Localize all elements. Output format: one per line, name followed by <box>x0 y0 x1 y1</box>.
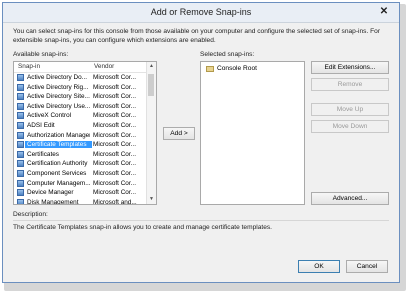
list-item[interactable]: Authorization Manager Microsoft Cor... <box>14 131 138 141</box>
snap-in-icon <box>17 189 24 197</box>
snap-in-icon <box>17 112 24 120</box>
description-label: Description: <box>13 211 48 218</box>
add-button[interactable]: Add > <box>163 127 195 140</box>
snapin-name: ActiveX Control <box>27 112 72 120</box>
snapin-vendor: Microsoft Cor... <box>93 160 136 168</box>
snapin-name: Disk Management <box>27 198 79 205</box>
list-item[interactable]: Device Manager Microsoft Cor... <box>14 188 138 198</box>
close-icon[interactable]: ✕ <box>377 5 391 19</box>
snapin-vendor: Microsoft Cor... <box>93 150 136 158</box>
list-item[interactable]: Component Services Microsoft Cor... <box>14 169 138 179</box>
snapin-name: Active Directory Do... <box>27 74 88 81</box>
snapin-vendor: Microsoft Cor... <box>93 170 136 177</box>
snap-in-icon <box>17 141 24 149</box>
scroll-up-arrow-icon[interactable]: ▲ <box>147 62 156 71</box>
list-item[interactable]: ActiveX Control Microsoft Cor... <box>14 111 138 121</box>
snapin-vendor: Microsoft Cor... <box>93 179 136 187</box>
list-item[interactable]: Active Directory Rig... Microsoft Cor... <box>14 83 138 93</box>
snapin-name: Component Services <box>27 170 87 177</box>
move-down-button[interactable]: Move Down <box>311 120 389 133</box>
snapin-name: Certification Authority <box>27 160 88 168</box>
description-text: The Certificate Templates snap-in allows… <box>13 220 389 250</box>
list-item[interactable]: Certificates Microsoft Cor... <box>14 150 138 160</box>
column-header-vendor[interactable]: Vendor <box>94 63 114 70</box>
snap-in-icon <box>17 122 24 129</box>
snapin-name: ADSI Edit <box>27 122 55 129</box>
move-up-button[interactable]: Move Up <box>311 103 389 116</box>
snapin-name: Device Manager <box>27 189 74 197</box>
snap-in-icon <box>17 74 24 81</box>
available-snapins-list[interactable]: Snap-in Vendor Active Directory Do... Mic… <box>13 61 157 205</box>
snap-in-icon <box>17 131 24 139</box>
available-snapins-label: Available snap-ins: <box>13 51 69 58</box>
dialog-title: Add or Remove Snap-ins <box>150 7 252 17</box>
snapin-vendor: Microsoft Cor... <box>93 93 136 101</box>
title-bar: Add or Remove Snap-ins ✕ <box>3 3 399 23</box>
snapin-vendor: Microsoft Cor... <box>93 131 136 139</box>
list-item[interactable]: Certification Authority Microsoft Cor... <box>14 159 138 169</box>
snapin-vendor: Microsoft Cor... <box>93 74 136 81</box>
snap-in-icon <box>17 179 24 187</box>
snapin-vendor: Microsoft and... <box>93 198 137 205</box>
list-item[interactable]: Active Directory Use... Microsoft Cor... <box>14 102 138 112</box>
intro-text: You can select snap-ins for this console… <box>13 28 381 44</box>
snapin-vendor: Microsoft Cor... <box>93 141 136 149</box>
selected-snapins-label: Selected snap-ins: <box>200 51 255 58</box>
console-root-label: Console Root <box>217 65 257 72</box>
snap-in-icon <box>17 170 24 177</box>
snapin-vendor: Microsoft Cor... <box>93 189 136 197</box>
snap-in-icon <box>17 160 24 168</box>
snapin-name: Active Directory Site... <box>27 93 90 101</box>
snap-in-icon <box>17 102 24 110</box>
advanced-button[interactable]: Advanced... <box>311 192 389 205</box>
list-item[interactable]: Certificate Templates Microsoft Cor... <box>14 140 138 150</box>
snapin-name: Certificates <box>27 150 59 158</box>
snapin-vendor: Microsoft Cor... <box>93 112 136 120</box>
folder-icon <box>206 66 214 72</box>
selected-snapins-list[interactable]: Console Root <box>200 61 305 205</box>
cancel-button[interactable]: Cancel <box>346 260 388 273</box>
snapin-vendor: Microsoft Cor... <box>93 83 136 91</box>
remove-button[interactable]: Remove <box>311 78 389 91</box>
snapin-name: Computer Managem... <box>27 179 90 187</box>
snap-in-icon <box>17 83 24 91</box>
snap-in-icon <box>17 150 24 158</box>
vertical-scrollbar[interactable]: ▲ ▼ <box>146 62 156 204</box>
snapin-name: Active Directory Use... <box>27 102 90 110</box>
ok-button[interactable]: OK <box>298 260 340 273</box>
snap-in-icon <box>17 93 24 101</box>
list-item[interactable]: Active Directory Do... Microsoft Cor... <box>14 73 138 83</box>
snapin-vendor: Microsoft Cor... <box>93 122 136 129</box>
snapin-name: Active Directory Rig... <box>27 83 89 91</box>
list-header: Snap-in Vendor <box>14 62 156 73</box>
scroll-thumb[interactable] <box>148 74 154 96</box>
snapin-name: Certificate Templates <box>25 141 92 149</box>
list-item[interactable]: Disk Management Microsoft and... <box>14 198 138 205</box>
list-item[interactable]: Active Directory Site... Microsoft Cor... <box>14 92 138 102</box>
snap-in-icon <box>17 198 24 204</box>
scroll-down-arrow-icon[interactable]: ▼ <box>147 195 156 204</box>
snapin-dialog: Add or Remove Snap-ins ✕ You can select … <box>2 2 400 283</box>
list-item[interactable]: Console Root <box>202 63 303 74</box>
edit-extensions-button[interactable]: Edit Extensions... <box>311 61 389 74</box>
snapin-vendor: Microsoft Cor... <box>93 102 136 110</box>
snapin-name: Authorization Manager <box>27 131 90 139</box>
list-item[interactable]: Computer Managem... Microsoft Cor... <box>14 179 138 189</box>
column-header-snapin[interactable]: Snap-in <box>18 63 40 70</box>
list-item[interactable]: ADSI Edit Microsoft Cor... <box>14 121 138 131</box>
